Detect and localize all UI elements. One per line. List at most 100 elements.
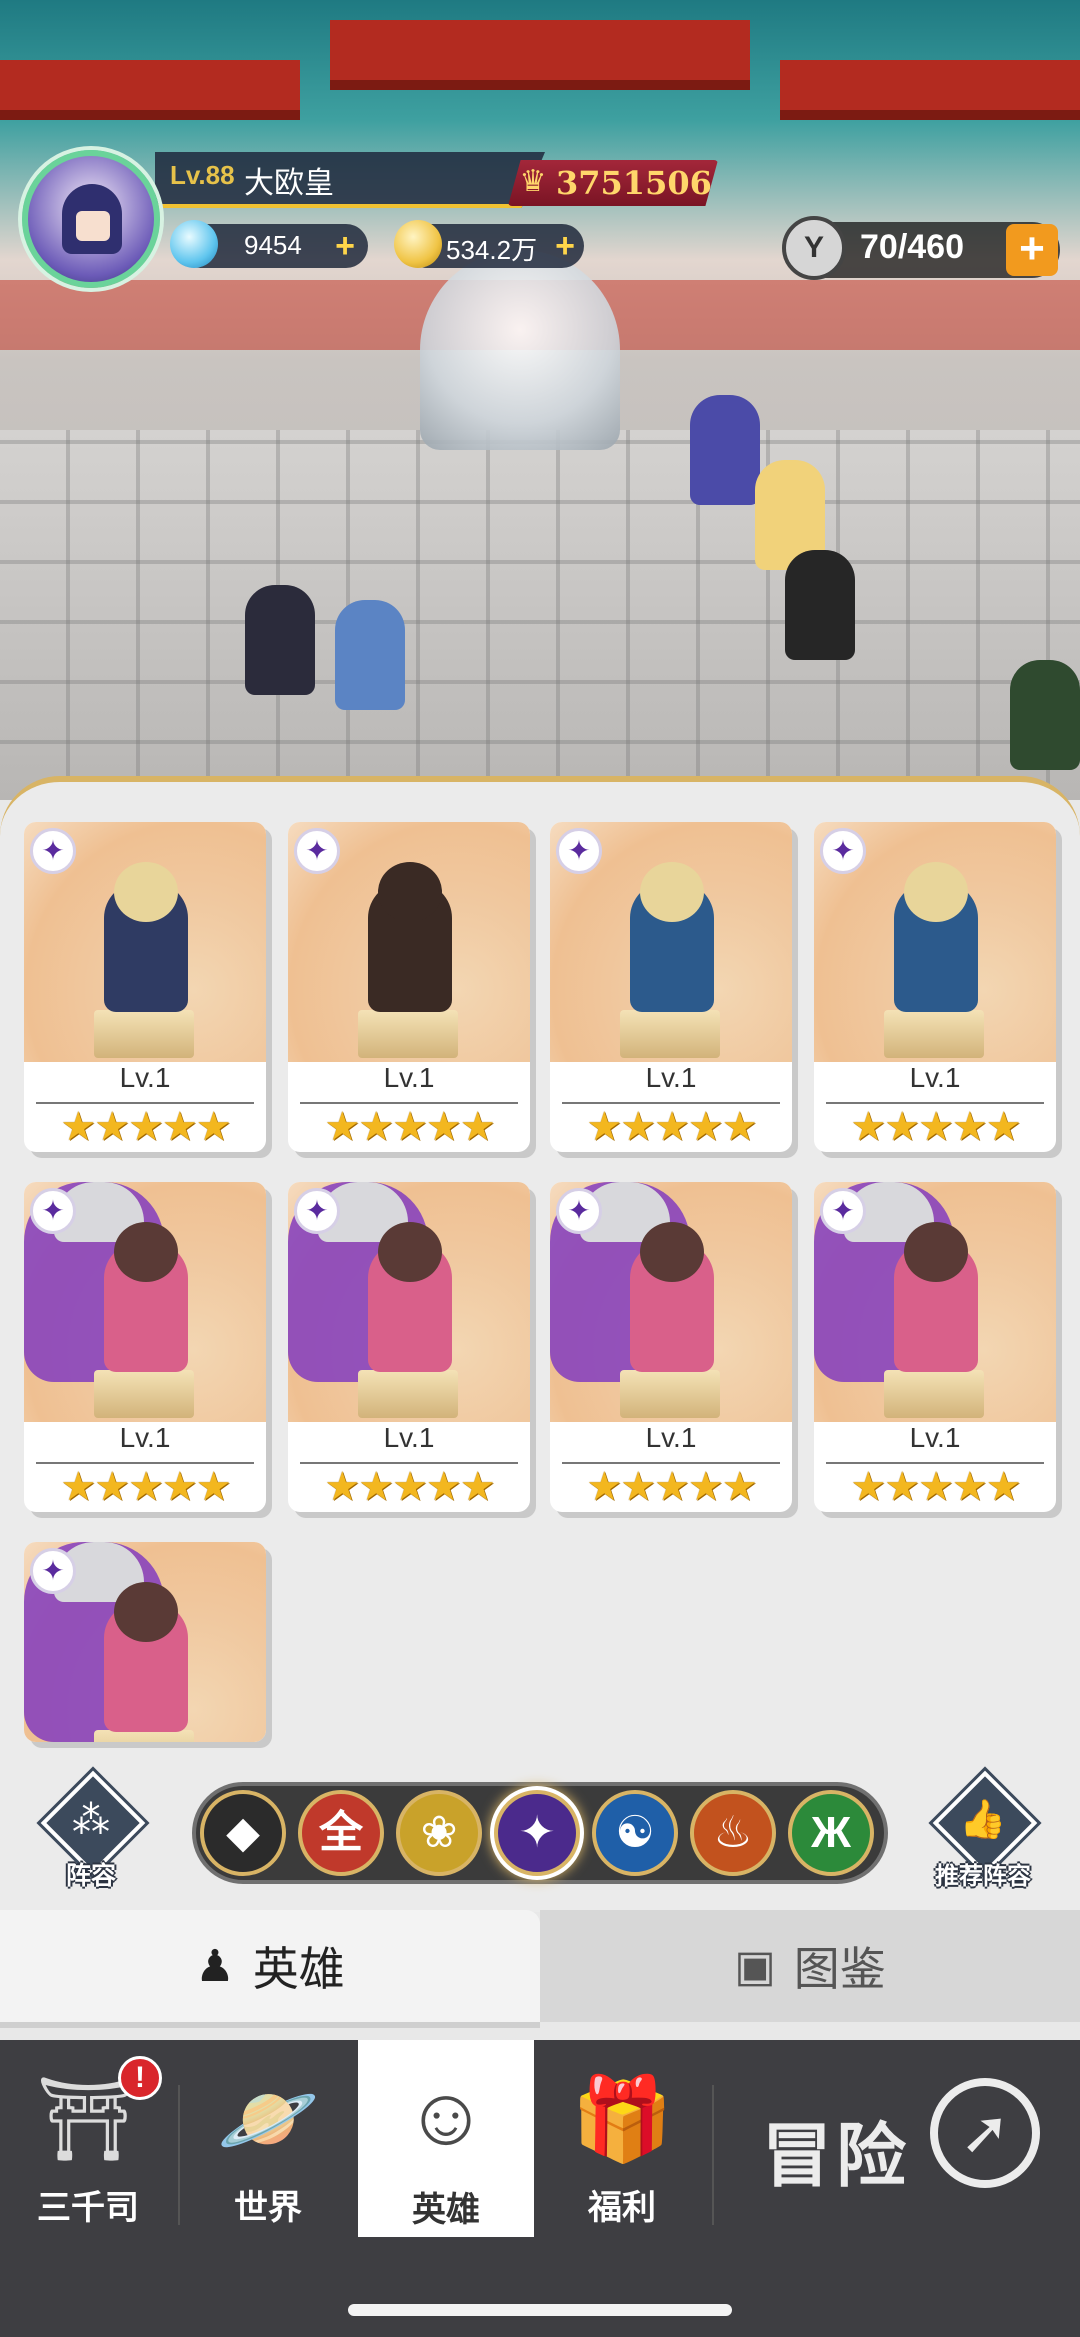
- hero-pedestal: [94, 1010, 194, 1058]
- hero-card[interactable]: ✦ Lv.1 ★★★★★: [550, 822, 792, 1152]
- hero-pedestal: [358, 1370, 458, 1418]
- hero-hair: [114, 862, 178, 922]
- temple-roof-right: [780, 60, 1080, 120]
- hero-card[interactable]: ✦ Lv.1 ★★★★★: [288, 1182, 530, 1512]
- hero-hair: [904, 1222, 968, 1282]
- hero-pedestal: [884, 1370, 984, 1418]
- nav-label: 福利: [588, 2189, 656, 2227]
- hero-hair: [114, 1582, 178, 1642]
- hero-pedestal: [620, 1010, 720, 1058]
- hero-card[interactable]: ✦ Lv.1 ★★★★★: [814, 822, 1056, 1152]
- hero-stars: ★★★★★: [60, 1105, 231, 1149]
- hero-hair: [904, 862, 968, 922]
- fire-element-icon: ✦: [30, 1548, 76, 1594]
- hero-card[interactable]: ✦ Lv.1 ★★★★★: [288, 822, 530, 1152]
- fire-element-icon: ✦: [30, 1188, 76, 1234]
- fire-element-icon: ✦: [294, 828, 340, 874]
- hero-pedestal: [94, 1370, 194, 1418]
- hero-stars: ★★★★★: [324, 1105, 495, 1149]
- hero-card[interactable]: ✦: [24, 1542, 266, 1742]
- hero-card[interactable]: ✦ Lv.1 ★★★★★: [24, 822, 266, 1152]
- fire-element-icon: ✦: [820, 828, 866, 874]
- fire-element-icon: ✦: [30, 828, 76, 874]
- hero-card[interactable]: ✦ Lv.1 ★★★★★: [24, 1182, 266, 1512]
- player-name: 大欧皇: [244, 167, 334, 200]
- hero-stars: ★★★★★: [60, 1465, 231, 1509]
- lineup-icon: ⁂: [72, 1800, 110, 1842]
- power-value: 3751506: [556, 164, 712, 202]
- gold-value: 534.2万: [446, 235, 538, 265]
- lineup-label: 阵容: [65, 1862, 116, 1890]
- avatar-face: [76, 211, 110, 241]
- hero-level: Lv.1: [119, 1422, 171, 1453]
- home-indicator[interactable]: [348, 2304, 732, 2316]
- hero-card[interactable]: ✦ Lv.1 ★★★★★: [550, 1182, 792, 1512]
- player-level: Lv.88: [170, 160, 235, 190]
- nav-label: 英雄: [412, 2191, 480, 2229]
- ally-sprite: [245, 585, 315, 695]
- tab-codex[interactable]: ▣ 图鉴: [540, 1910, 1080, 2022]
- hero-pedestal: [620, 1370, 720, 1418]
- nav-item-welfare[interactable]: 🎁 福利: [534, 2060, 710, 2240]
- hero-level: Lv.1: [383, 1062, 435, 1093]
- tab-heroes-label: 英雄: [252, 1943, 345, 1995]
- filter-all-icon[interactable]: 全: [298, 1790, 384, 1876]
- notification-badge: !: [118, 2056, 162, 2100]
- planet-icon: 🪐: [216, 2074, 320, 2165]
- game-screen: Lv.88 大欧皇 ♛ 3751506 9454 + 534.2万 + Y 70…: [0, 0, 1080, 2337]
- hero-stars: ★★★★★: [850, 1105, 1021, 1149]
- hero-pedestal: [884, 1010, 984, 1058]
- hero-card[interactable]: ✦ Lv.1 ★★★★★: [814, 1182, 1056, 1512]
- filter-dna-icon[interactable]: Ж: [788, 1790, 874, 1876]
- nav-label: 世界: [234, 2189, 302, 2227]
- hero-stars: ★★★★★: [586, 1105, 757, 1149]
- hero-hair: [114, 1222, 178, 1282]
- battle-scene: [0, 0, 1080, 800]
- enemy-sprite: [785, 550, 855, 660]
- tab-heroes[interactable]: ♟ 英雄: [0, 1910, 540, 2022]
- gift-icon: 🎁: [570, 2074, 674, 2165]
- lineup-button[interactable]: ⁂ 阵容: [36, 1770, 146, 1890]
- hero-level: Lv.1: [383, 1422, 435, 1453]
- diamond-icon: [170, 220, 218, 268]
- nav-item-heroes[interactable]: ☺ 英雄: [358, 2040, 534, 2245]
- nav-item-world[interactable]: 🪐 世界: [180, 2060, 356, 2240]
- book-icon: ▣: [734, 1941, 776, 1991]
- add-gold-button[interactable]: +: [550, 229, 580, 263]
- filter-diamond-cluster-icon[interactable]: ◆: [200, 1790, 286, 1876]
- hero-hair: [378, 862, 442, 922]
- filter-fire-icon[interactable]: ✦: [494, 1790, 580, 1876]
- compass-icon[interactable]: ➚: [930, 2078, 1040, 2188]
- stone-floor: [0, 430, 1080, 800]
- enemy-sprite: [1010, 660, 1080, 770]
- power-icon: ♛: [519, 165, 547, 198]
- player-avatar[interactable]: [22, 150, 160, 288]
- tab-codex-label: 图鉴: [793, 1943, 886, 1995]
- fire-element-icon: ✦: [556, 1188, 602, 1234]
- hero-level: Lv.1: [645, 1422, 697, 1453]
- fox-statue: [420, 250, 620, 450]
- hero-stars: ★★★★★: [586, 1465, 757, 1509]
- add-stamina-button[interactable]: +: [1006, 224, 1058, 276]
- filter-meditation-icon[interactable]: ♨: [690, 1790, 776, 1876]
- temple-roof-left: [0, 60, 300, 120]
- fire-element-icon: ✦: [820, 1188, 866, 1234]
- enemy-sprite: [690, 395, 760, 505]
- recommended-lineup-label: 推荐阵容: [935, 1863, 1031, 1890]
- diamond-value: 9454: [244, 230, 302, 260]
- add-diamond-button[interactable]: +: [330, 229, 360, 263]
- hero-level: Lv.1: [645, 1062, 697, 1093]
- recommended-lineup-button[interactable]: 👍 推荐阵容: [928, 1770, 1038, 1890]
- temple-roof-center: [330, 20, 750, 90]
- hero-level: Lv.1: [119, 1062, 171, 1093]
- hero-stars: ★★★★★: [324, 1465, 495, 1509]
- nav-label: 三千司: [37, 2189, 139, 2227]
- nav-divider: [712, 2085, 714, 2225]
- hero-hair: [640, 1222, 704, 1282]
- filter-lotus-icon[interactable]: ❀: [396, 1790, 482, 1876]
- hero-level: Lv.1: [909, 1422, 961, 1453]
- fire-element-icon: ✦: [556, 828, 602, 874]
- stamina-value: 70/460: [860, 228, 964, 266]
- filter-water-swirl-icon[interactable]: ☯: [592, 1790, 678, 1876]
- adventure-label[interactable]: 冒险: [762, 2100, 910, 2201]
